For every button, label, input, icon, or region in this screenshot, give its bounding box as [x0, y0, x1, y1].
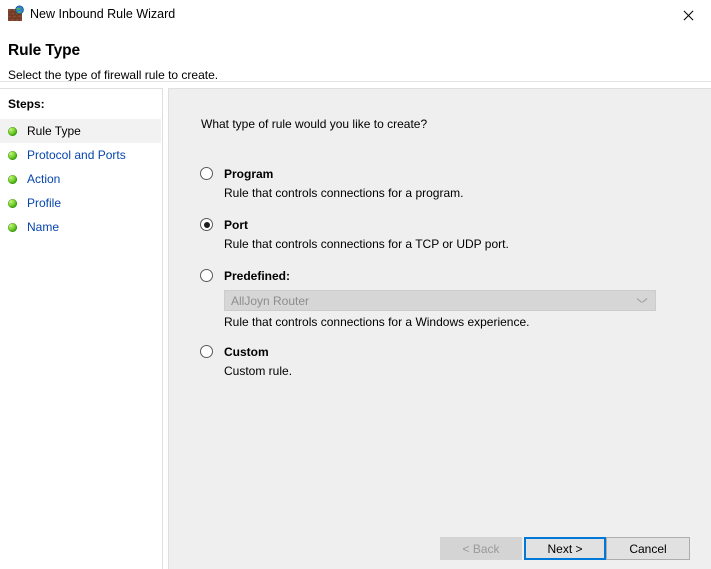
green-bullet-icon: [8, 126, 17, 136]
radio-port[interactable]: [200, 218, 213, 231]
sidebar-item-label: Action: [27, 172, 61, 186]
next-button[interactable]: Next >: [524, 537, 606, 560]
option-description: Custom rule.: [224, 364, 293, 378]
green-bullet-icon: [8, 174, 17, 184]
page-title: Rule Type: [8, 42, 81, 59]
option-predefined[interactable]: Predefined: AllJoyn Router Rule that con…: [200, 267, 670, 329]
page-subtitle: Select the type of firewall rule to crea…: [8, 68, 219, 82]
option-port[interactable]: Port Rule that controls connections for …: [200, 216, 670, 251]
rule-type-question: What type of rule would you like to crea…: [201, 117, 428, 131]
window-title: New Inbound Rule Wizard: [30, 7, 176, 21]
firewall-globe-icon: [7, 5, 25, 23]
sidebar-item-label: Protocol and Ports: [27, 148, 126, 162]
cancel-button[interactable]: Cancel: [606, 537, 690, 560]
option-custom[interactable]: Custom Custom rule.: [200, 343, 670, 378]
sidebar-item-label: Profile: [27, 196, 62, 210]
option-description: Rule that controls connections for a pro…: [224, 186, 464, 200]
green-bullet-icon: [8, 150, 17, 160]
wizard-header: Rule Type Select the type of firewall ru…: [0, 30, 711, 82]
option-description: Rule that controls connections for a Win…: [224, 315, 530, 329]
chevron-down-icon: [638, 298, 646, 303]
steps-list: Rule Type Protocol and Ports Action Prof…: [0, 119, 161, 239]
predefined-rule-value: AllJoyn Router: [231, 293, 310, 308]
sidebar-item-profile[interactable]: Profile: [0, 191, 161, 215]
sidebar-item-protocol-and-ports[interactable]: Protocol and Ports: [0, 143, 161, 167]
rule-type-options: Program Rule that controls connections f…: [200, 165, 670, 378]
close-icon: [682, 9, 695, 22]
header-divider: [0, 81, 711, 82]
back-button[interactable]: < Back: [440, 537, 522, 560]
option-title: Predefined:: [224, 268, 291, 283]
sidebar-item-label: Rule Type: [27, 124, 81, 138]
title-bar: New Inbound Rule Wizard: [0, 0, 711, 30]
close-window-button[interactable]: [665, 0, 711, 30]
sidebar-item-label: Name: [27, 220, 60, 234]
option-title: Port: [224, 217, 248, 232]
green-bullet-icon: [8, 222, 17, 232]
sidebar-item-rule-type[interactable]: Rule Type: [0, 119, 161, 143]
predefined-rule-dropdown[interactable]: AllJoyn Router: [224, 290, 656, 311]
option-title: Program: [224, 166, 274, 181]
option-program[interactable]: Program Rule that controls connections f…: [200, 165, 670, 200]
radio-custom[interactable]: [200, 345, 213, 358]
option-description: Rule that controls connections for a TCP…: [224, 237, 509, 251]
radio-program[interactable]: [200, 167, 213, 180]
option-title: Custom: [224, 344, 269, 359]
wizard-footer: < Back Next > Cancel: [168, 523, 711, 569]
steps-sidebar: Steps: Rule Type Protocol and Ports Acti…: [0, 88, 163, 569]
steps-heading: Steps:: [8, 97, 45, 111]
radio-predefined[interactable]: [200, 269, 213, 282]
main-content-panel: What type of rule would you like to crea…: [168, 88, 711, 569]
sidebar-item-name[interactable]: Name: [0, 215, 161, 239]
green-bullet-icon: [8, 198, 17, 208]
sidebar-item-action[interactable]: Action: [0, 167, 161, 191]
